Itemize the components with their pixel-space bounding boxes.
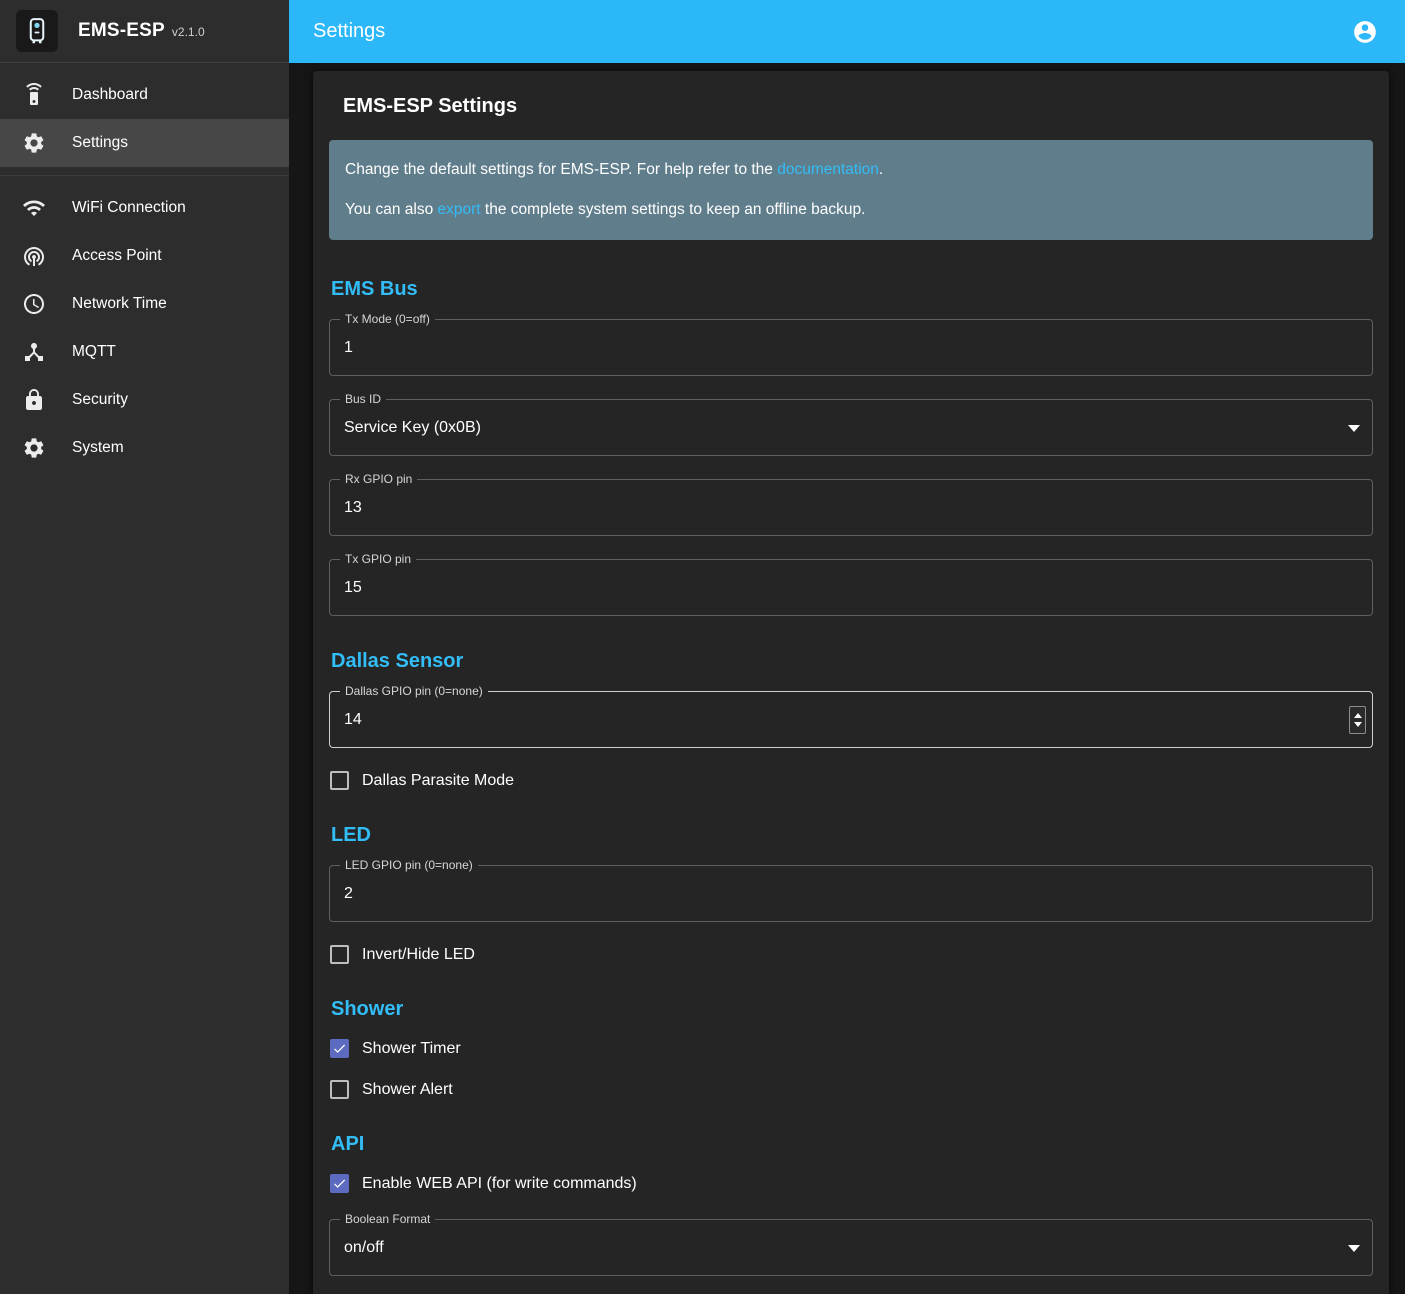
invert-led-label: Invert/Hide LED <box>362 946 475 964</box>
app-title-group: EMS-ESP v2.1.0 <box>78 20 205 42</box>
sidebar-item-label: Settings <box>72 134 128 152</box>
section-title-dallas-sensor: Dallas Sensor <box>331 650 1373 673</box>
info-text: . <box>879 161 883 178</box>
invert-led-checkbox[interactable] <box>330 945 349 964</box>
enable-api-row[interactable]: Enable WEB API (for write commands) <box>330 1174 1373 1193</box>
boolean-format-select[interactable]: Boolean Format on/off <box>329 1219 1373 1276</box>
section-title-led: LED <box>331 824 1373 847</box>
dropdown-arrow-icon <box>1348 1245 1360 1252</box>
device-hub-icon <box>22 340 46 364</box>
rx-gpio-input[interactable] <box>344 499 1358 517</box>
tx-gpio-label: Tx GPIO pin <box>340 552 416 567</box>
clock-icon <box>22 292 46 316</box>
dallas-gpio-field: Dallas GPIO pin (0=none) <box>329 691 1373 748</box>
sidebar-item-wifi-connection[interactable]: WiFi Connection <box>0 184 289 232</box>
bus-id-label: Bus ID <box>340 392 386 407</box>
sidebar-item-access-point[interactable]: Access Point <box>0 232 289 280</box>
sidebar-nav: Dashboard Settings WiFi Connection A <box>0 63 289 472</box>
led-gpio-input[interactable] <box>344 885 1358 903</box>
settings-card: EMS-ESP Settings Change the default sett… <box>313 71 1389 1294</box>
enable-api-checkbox[interactable] <box>330 1174 349 1193</box>
sidebar-item-dashboard[interactable]: Dashboard <box>0 71 289 119</box>
info-text: the complete system settings to keep an … <box>481 201 866 218</box>
sidebar-item-network-time[interactable]: Network Time <box>0 280 289 328</box>
sidebar-item-label: MQTT <box>72 343 116 361</box>
documentation-link[interactable]: documentation <box>777 161 879 178</box>
dropdown-arrow-icon <box>1348 425 1360 432</box>
dallas-parasite-row[interactable]: Dallas Parasite Mode <box>330 771 1373 790</box>
check-icon <box>332 1040 347 1057</box>
tx-mode-label: Tx Mode (0=off) <box>340 312 435 327</box>
info-text: Change the default settings for EMS-ESP.… <box>345 161 777 178</box>
bus-id-value: Service Key (0x0B) <box>344 419 481 437</box>
check-icon <box>332 1175 347 1192</box>
app-name: EMS-ESP <box>78 20 165 41</box>
content-area: EMS-ESP Settings Change the default sett… <box>289 63 1405 1294</box>
sidebar: EMS-ESP v2.1.0 Dashboard Settings <box>0 0 289 1294</box>
led-gpio-field: LED GPIO pin (0=none) <box>329 865 1373 922</box>
dallas-gpio-label: Dallas GPIO pin (0=none) <box>340 684 488 699</box>
account-button[interactable] <box>1345 12 1385 52</box>
led-gpio-label: LED GPIO pin (0=none) <box>340 858 478 873</box>
tx-gpio-field: Tx GPIO pin <box>329 559 1373 616</box>
sidebar-item-label: Dashboard <box>72 86 148 104</box>
info-text: You can also <box>345 201 438 218</box>
info-line-2: You can also export the complete system … <box>345 198 1357 222</box>
page-title: Settings <box>313 20 385 43</box>
tx-mode-input[interactable] <box>344 339 1358 357</box>
sidebar-item-label: Security <box>72 391 128 409</box>
bus-id-select[interactable]: Bus ID Service Key (0x0B) <box>329 399 1373 456</box>
account-circle-icon <box>1352 19 1378 45</box>
shower-timer-checkbox[interactable] <box>330 1039 349 1058</box>
gear-icon <box>22 436 46 460</box>
info-box: Change the default settings for EMS-ESP.… <box>329 140 1373 240</box>
shower-alert-checkbox[interactable] <box>330 1080 349 1099</box>
number-stepper[interactable] <box>1349 706 1366 734</box>
shower-alert-label: Shower Alert <box>362 1081 453 1099</box>
rx-gpio-label: Rx GPIO pin <box>340 472 417 487</box>
section-title-api: API <box>331 1133 1373 1156</box>
invert-led-row[interactable]: Invert/Hide LED <box>330 945 1373 964</box>
dallas-gpio-input[interactable] <box>344 711 1358 729</box>
appbar: Settings <box>289 0 1405 63</box>
boolean-format-label: Boolean Format <box>340 1212 435 1227</box>
section-title-ems-bus: EMS Bus <box>331 278 1373 301</box>
dallas-parasite-label: Dallas Parasite Mode <box>362 772 514 790</box>
shower-alert-row[interactable]: Shower Alert <box>330 1080 1373 1099</box>
sidebar-item-security[interactable]: Security <box>0 376 289 424</box>
rx-gpio-field: Rx GPIO pin <box>329 479 1373 536</box>
sidebar-item-system[interactable]: System <box>0 424 289 472</box>
sidebar-divider <box>0 175 289 176</box>
app-version: v2.1.0 <box>172 25 205 39</box>
shower-timer-label: Shower Timer <box>362 1040 461 1058</box>
card-title: EMS-ESP Settings <box>343 95 1373 118</box>
tx-mode-field: Tx Mode (0=off) <box>329 319 1373 376</box>
info-line-1: Change the default settings for EMS-ESP.… <box>345 158 1357 182</box>
wifi-tethering-icon <box>22 244 46 268</box>
settings-remote-icon <box>22 83 46 107</box>
main-column: Settings EMS-ESP Settings Change the def… <box>289 0 1405 1294</box>
sidebar-item-mqtt[interactable]: MQTT <box>0 328 289 376</box>
boolean-format-value: on/off <box>344 1239 384 1257</box>
stepper-up-icon[interactable] <box>1354 713 1362 718</box>
app-root: EMS-ESP v2.1.0 Dashboard Settings <box>0 0 1405 1294</box>
lock-icon <box>22 388 46 412</box>
app-logo <box>16 10 58 52</box>
sidebar-item-label: System <box>72 439 124 457</box>
sidebar-item-settings[interactable]: Settings <box>0 119 289 167</box>
dallas-parasite-checkbox[interactable] <box>330 771 349 790</box>
enable-api-label: Enable WEB API (for write commands) <box>362 1175 637 1193</box>
sidebar-item-label: Network Time <box>72 295 167 313</box>
stepper-down-icon[interactable] <box>1354 722 1362 727</box>
gear-icon <box>22 131 46 155</box>
shower-timer-row[interactable]: Shower Timer <box>330 1039 1373 1058</box>
sidebar-item-label: Access Point <box>72 247 162 265</box>
section-title-shower: Shower <box>331 998 1373 1021</box>
sidebar-header: EMS-ESP v2.1.0 <box>0 0 289 63</box>
sidebar-item-label: WiFi Connection <box>72 199 186 217</box>
wifi-icon <box>22 196 46 220</box>
tx-gpio-input[interactable] <box>344 579 1358 597</box>
export-link[interactable]: export <box>438 201 481 218</box>
boiler-logo-icon <box>22 16 52 46</box>
